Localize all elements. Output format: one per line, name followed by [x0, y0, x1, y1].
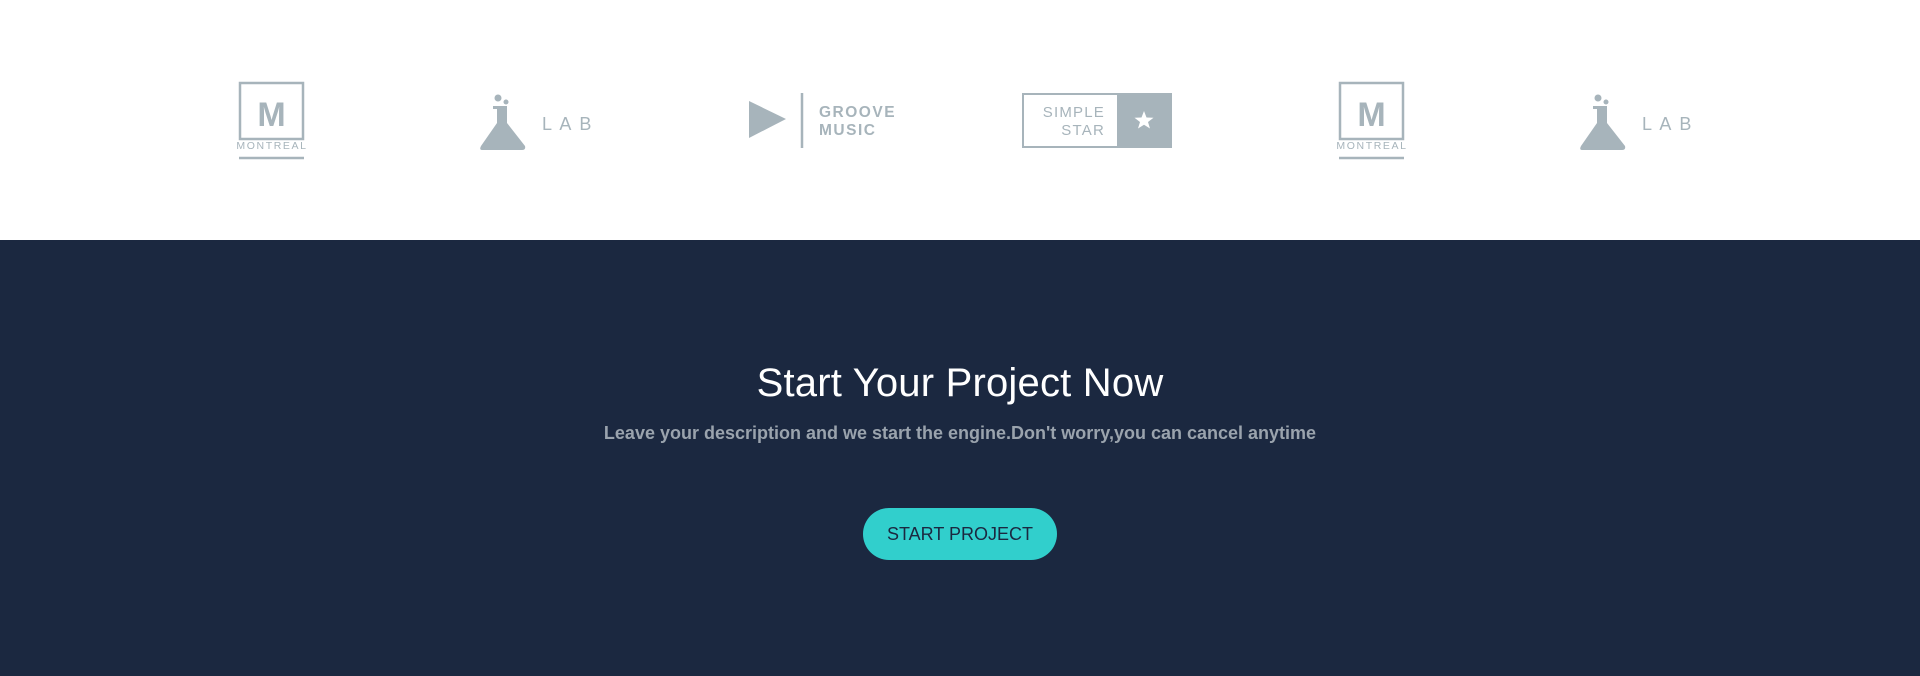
- flask-icon: [480, 94, 526, 150]
- simple-star-logo: SIMPLE STAR: [1022, 78, 1174, 164]
- start-project-section: Start Your Project Now Leave your descri…: [0, 240, 1920, 676]
- montreal-letter: M: [1357, 96, 1385, 134]
- client-logos-strip: M MONTREAL L A B GROOVE MUSIC SIMPLE STA…: [0, 0, 1920, 240]
- montreal-wordmark: MONTREAL: [236, 140, 307, 152]
- montreal-logo: M MONTREAL: [1331, 78, 1413, 164]
- start-project-button[interactable]: START PROJECT: [863, 508, 1057, 560]
- groove-line1: GROOVE: [819, 104, 896, 121]
- groove-music-logo: GROOVE MUSIC: [748, 78, 904, 164]
- cta-subtitle: Leave your description and we start the …: [603, 423, 1317, 443]
- play-icon: [749, 101, 786, 138]
- lab-wordmark: L A B: [1642, 114, 1693, 134]
- cta-title: Start Your Project Now: [756, 361, 1164, 405]
- groove-line2: MUSIC: [819, 122, 876, 139]
- lab-logo: L A B: [1580, 78, 1720, 164]
- flask-icon: [1580, 94, 1626, 150]
- simple-star-line1: SIMPLE: [1043, 104, 1105, 121]
- simple-star-line2: STAR: [1061, 122, 1105, 139]
- lab-wordmark: L A B: [542, 114, 593, 134]
- montreal-letter: M: [257, 96, 285, 134]
- montreal-logo: M MONTREAL: [231, 78, 313, 164]
- montreal-wordmark: MONTREAL: [1336, 140, 1407, 152]
- lab-logo: L A B: [480, 78, 620, 164]
